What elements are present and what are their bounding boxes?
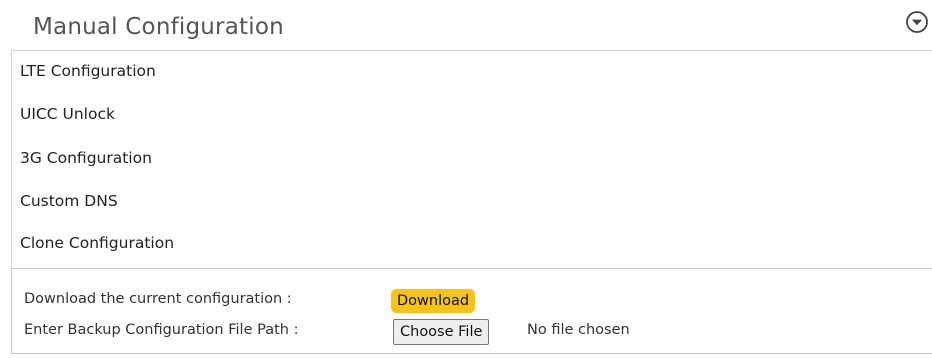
backup-file-path-label: Enter Backup Configuration File Path : <box>24 322 299 338</box>
menu-item-custom-dns[interactable]: Custom DNS <box>20 192 118 210</box>
menu-item-lte-configuration[interactable]: LTE Configuration <box>20 62 156 80</box>
choose-file-button[interactable]: Choose File <box>393 319 490 345</box>
menu-item-uicc-unlock[interactable]: UICC Unlock <box>20 105 115 123</box>
file-status-text: No file chosen <box>527 322 630 338</box>
section-title: Manual Configuration <box>33 14 284 40</box>
menu-item-clone-configuration[interactable]: Clone Configuration <box>20 234 174 252</box>
clone-configuration-panel: Download the current configuration : Dow… <box>11 268 932 354</box>
configuration-menu: LTE Configuration UICC Unlock 3G Configu… <box>11 50 932 267</box>
chevron-down-circle-icon[interactable] <box>905 10 929 34</box>
download-button[interactable]: Download <box>391 289 476 313</box>
menu-item-3g-configuration[interactable]: 3G Configuration <box>20 149 152 167</box>
download-config-label: Download the current configuration : <box>24 291 292 307</box>
